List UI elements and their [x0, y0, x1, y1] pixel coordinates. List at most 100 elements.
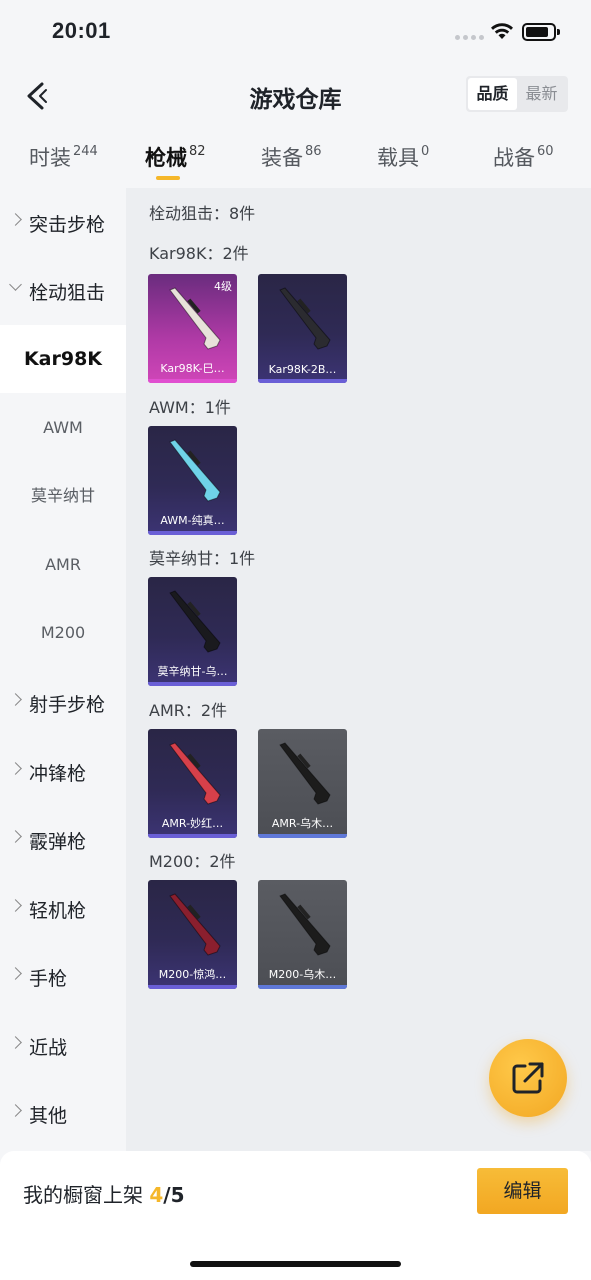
edit-button[interactable]: 编辑 [477, 1168, 568, 1214]
sidebar-subitem-label: AMR [45, 555, 81, 574]
weapon-card[interactable]: 莫辛纳甘-乌… [148, 577, 237, 686]
signal-icon [455, 35, 484, 40]
sidebar-subitem-amr[interactable]: AMR [0, 531, 126, 599]
rarity-bar [258, 834, 347, 838]
sidebar-item-shotgun[interactable]: 霰弹枪 [0, 805, 126, 873]
tab-count: 0 [421, 144, 430, 159]
tab-outfit[interactable]: 时装 244 [29, 142, 98, 172]
showcase-count: 4 [149, 1183, 164, 1207]
weapon-card-name: AMR-乌木… [271, 817, 334, 830]
tab-battle-gear[interactable]: 战备 60 [493, 142, 554, 172]
level-badge: 4级 [214, 280, 232, 293]
weapon-card[interactable]: M200-惊鸿… [148, 880, 237, 989]
group-title: AMR：2件 [149, 701, 228, 720]
status-time: 20:01 [52, 18, 111, 43]
sidebar-subitem-label: M200 [40, 623, 86, 642]
sidebar-item-smg[interactable]: 冲锋枪 [0, 737, 126, 805]
sort-option-quality[interactable]: 品质 [468, 78, 517, 110]
weapon-category-sidebar: 突击步枪 栓动狙击 Kar98K AWM 莫辛纳甘 AMR M200 射手步枪 … [0, 188, 126, 1151]
rifle-icon [279, 742, 331, 805]
tab-label: 时装 [29, 146, 71, 170]
weapon-card[interactable]: 4级 Kar98K-巳… [148, 274, 237, 383]
sidebar-item-lmg[interactable]: 轻机枪 [0, 874, 126, 942]
weapon-card-name: AMR-妙红… [161, 817, 224, 830]
chevron-right-icon [9, 830, 22, 843]
group-title: M200：2件 [149, 852, 236, 871]
bottom-bar: 我的橱窗上架 4/5 编辑 [0, 1151, 591, 1280]
tab-label: 装备 [261, 146, 303, 170]
sidebar-item-melee[interactable]: 近战 [0, 1011, 126, 1079]
sidebar-item-other[interactable]: 其他 [0, 1079, 126, 1147]
weapon-card[interactable]: Kar98K-2B… [258, 274, 347, 383]
showcase-status: 我的橱窗上架 4/5 [23, 1179, 185, 1208]
weapon-card[interactable]: M200-乌木… [258, 880, 347, 989]
rifle-icon [169, 590, 221, 653]
sidebar-item-label: 射手步枪 [29, 694, 106, 716]
showcase-total: /5 [163, 1183, 185, 1207]
tab-count: 86 [305, 144, 322, 159]
tab-label: 枪械 [145, 146, 187, 170]
sidebar-item-label: 栓动狙击 [29, 282, 106, 304]
sidebar-item-label: 轻机枪 [29, 900, 87, 922]
chevron-right-icon [9, 1036, 22, 1049]
weapon-card-name: AWM-纯真… [160, 514, 225, 527]
rifle-icon [169, 893, 221, 956]
rarity-bar [258, 379, 347, 383]
wifi-icon [491, 23, 513, 39]
group-title: AWM：1件 [149, 398, 231, 417]
sidebar-subitem-kar98k[interactable]: Kar98K [0, 325, 126, 393]
sidebar-item-bolt-sniper[interactable]: 栓动狙击 [0, 256, 126, 324]
chevron-right-icon [9, 1104, 22, 1117]
rarity-bar [148, 379, 237, 383]
sidebar-subitem-mosin[interactable]: 莫辛纳甘 [0, 462, 126, 530]
rarity-bar [148, 834, 237, 838]
chevron-right-icon [9, 967, 22, 980]
rarity-bar [148, 985, 237, 989]
category-summary: 栓动狙击：8件 [149, 204, 256, 223]
status-bar: 20:01 [0, 0, 591, 66]
tab-count: 82 [189, 144, 206, 159]
sidebar-item-label: 突击步枪 [29, 214, 106, 236]
weapon-card-name: Kar98K-2B… [268, 363, 337, 376]
category-tabs: 时装 244 枪械 82 装备 86 载具 0 战备 60 [0, 132, 591, 188]
sidebar-item-label: 近战 [29, 1037, 68, 1059]
share-button[interactable] [489, 1039, 567, 1117]
nav-bar: 游戏仓库 品质 最新 [0, 66, 591, 124]
sidebar-item-label: 冲锋枪 [29, 763, 87, 785]
rarity-bar [258, 985, 347, 989]
sidebar-subitem-label: AWM [43, 418, 83, 437]
rifle-icon [169, 742, 221, 805]
tab-label: 载具 [377, 146, 419, 170]
home-indicator [190, 1261, 401, 1267]
weapon-card[interactable]: AMR-妙红… [148, 729, 237, 838]
rifle-icon [279, 893, 331, 956]
sidebar-item-assault-rifle[interactable]: 突击步枪 [0, 188, 126, 256]
sidebar-subitem-m200[interactable]: M200 [0, 599, 126, 667]
rarity-bar [148, 531, 237, 535]
sidebar-item-label: 手枪 [29, 968, 68, 990]
weapon-card-name: M200-惊鸿… [158, 968, 227, 981]
sidebar-item-pistol[interactable]: 手枪 [0, 942, 126, 1010]
sidebar-item-label: 霰弹枪 [29, 831, 87, 853]
weapon-card-name: Kar98K-巳… [160, 362, 225, 375]
sidebar-item-label: 其他 [29, 1105, 68, 1127]
chevron-right-icon [9, 213, 22, 226]
tab-equipment[interactable]: 装备 86 [261, 142, 322, 172]
rarity-bar [148, 682, 237, 686]
tab-weapons[interactable]: 枪械 82 [145, 142, 206, 172]
tab-count: 244 [73, 144, 98, 159]
tab-label: 战备 [493, 146, 535, 170]
weapon-card[interactable]: AMR-乌木… [258, 729, 347, 838]
sort-option-latest[interactable]: 最新 [517, 78, 566, 110]
sidebar-subitem-awm[interactable]: AWM [0, 394, 126, 462]
showcase-label: 我的橱窗上架 [23, 1183, 143, 1207]
chevron-down-icon [9, 278, 22, 291]
tab-count: 60 [537, 144, 554, 159]
sidebar-item-marksman-rifle[interactable]: 射手步枪 [0, 668, 126, 736]
chevron-right-icon [9, 762, 22, 775]
tab-vehicles[interactable]: 载具 0 [377, 142, 429, 172]
weapon-card[interactable]: AWM-纯真… [148, 426, 237, 535]
rifle-icon [169, 439, 221, 502]
chevron-right-icon [9, 899, 22, 912]
weapon-list: 栓动狙击：8件 Kar98K：2件 4级 Kar98K-巳… Kar98K-2B… [126, 188, 591, 1151]
